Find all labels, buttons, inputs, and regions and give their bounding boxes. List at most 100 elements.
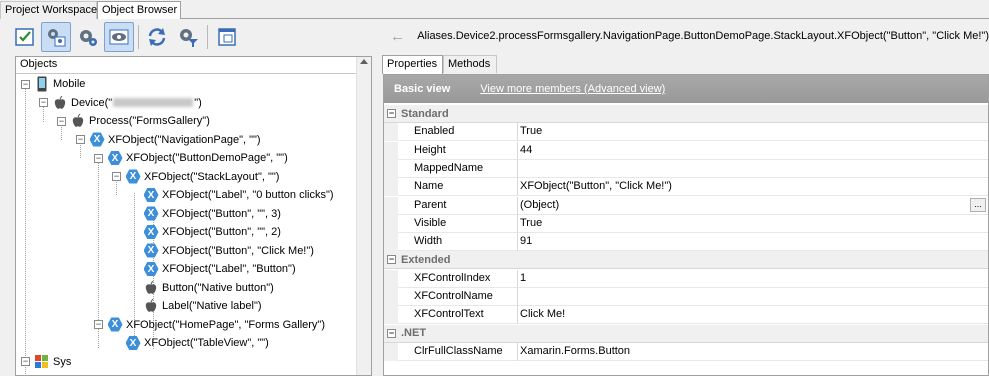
window-icon[interactable] [212,22,242,52]
property-row[interactable]: XFControlText Click Me! [384,306,988,325]
property-row[interactable]: Name XFObject("Button", "Click Me!") [384,178,988,197]
property-name: XFControlName [398,288,518,306]
category-title: .NET [401,327,427,340]
property-value[interactable]: 1 [518,269,988,288]
tree-node[interactable]: Label("Native label") [143,297,262,315]
tree-node[interactable]: − Device(" ") [39,94,202,112]
back-arrow-icon[interactable]: ← [390,28,407,45]
redacted-device-name [113,98,194,108]
category-net[interactable]: − .NET [384,324,988,343]
property-value[interactable]: 44 [518,141,988,160]
toolbar-separator [138,25,139,49]
property-row[interactable]: Parent (Object)... [384,196,988,215]
xf-icon: X [143,187,159,203]
property-value[interactable]: Xamarin.Forms.Button [518,342,988,361]
tree-node-label: Process("FormsGallery") [89,115,210,127]
scroll-up-icon[interactable] [360,59,368,64]
tree-expander[interactable]: − [112,172,121,181]
property-row[interactable]: XFControlName [384,288,988,306]
property-name: XFControlIndex [398,269,518,288]
property-value[interactable]: (Object)... [518,196,988,215]
property-row[interactable]: Height 44 [384,141,988,160]
category-expander[interactable]: − [387,328,396,338]
tab-methods[interactable]: Methods [443,55,497,73]
tree-node[interactable]: X XFObject("TableView", "") [125,334,269,352]
tree-node-label: XFObject("TableView", "") [144,337,269,349]
property-value[interactable]: XFObject("Button", "Click Me!") [518,178,988,197]
eye-icon[interactable] [104,22,134,52]
tree-expander[interactable]: − [76,135,85,144]
tree-node[interactable]: − Process("FormsGallery") [57,112,210,130]
tree-node[interactable]: − X XFObject("StackLayout", "") [112,168,279,186]
category-extended[interactable]: − Extended [384,251,988,270]
tree-node[interactable]: − X XFObject("HomePage", "Forms Gallery") [94,316,325,334]
tree-node-label: XFObject("Label", "Button") [162,263,296,275]
tree-expander[interactable]: − [94,153,103,163]
tree-node-label: XFObject("Button", "", 2) [162,226,281,238]
mobile-icon [34,76,50,92]
tree-node[interactable]: X XFObject("Button", "", 3) [143,205,281,223]
tree-node[interactable]: − X XFObject("ButtonDemoPage", "") [94,149,288,167]
tree-expander[interactable]: − [39,98,48,107]
xf-icon: X [107,317,123,333]
property-value[interactable] [518,288,988,306]
xf-icon: X [143,206,159,222]
tree-expander[interactable]: − [94,320,103,329]
property-value[interactable]: 91 [518,233,988,252]
property-row[interactable]: Visible True [384,214,988,233]
property-name: Name [398,178,518,197]
tree-node-label: Sys [53,355,72,368]
toolbar [0,19,380,56]
property-row[interactable]: ClrFullClassName Xamarin.Forms.Button [384,342,988,361]
category-expander[interactable]: − [387,255,396,265]
tree-node[interactable]: − X XFObject("NavigationPage", "") [76,131,261,149]
tab-properties[interactable]: Properties [382,55,443,74]
property-value[interactable]: True [518,123,988,142]
tree-node-label: Device(" ") [71,96,202,109]
vertical-scrollbar[interactable] [356,57,371,375]
property-row[interactable]: Width 91 [384,233,988,252]
category-standard[interactable]: − Standard [384,105,988,123]
tree-node-label: XFObject("StackLayout", "") [144,170,280,183]
tree-expander[interactable]: − [57,116,66,126]
objects-header: Objects [16,57,371,74]
object-details-panel: ← Aliases.Device2.processFormsgallery.Na… [380,19,989,376]
property-row[interactable]: XFControlIndex 1 [384,269,988,288]
tree-node-label: XFObject("ButtonDemoPage", "") [126,152,288,164]
object-path-bar: ← Aliases.Device2.processFormsgallery.Na… [380,19,989,53]
filter-gear-icon[interactable] [173,22,203,52]
apple-icon [143,298,159,314]
tree-expander[interactable]: − [21,357,30,366]
tree-node[interactable]: Button("Native button") [143,279,274,297]
advanced-view-link[interactable]: View more members (Advanced view) [480,83,665,95]
gear-icon[interactable] [73,22,103,52]
tree-node-label: Button("Native button") [162,281,274,294]
property-name: Parent [398,196,518,215]
tree-node[interactable]: X XFObject("Button", "", 2) [143,223,281,241]
ellipsis-button[interactable]: ... [970,197,986,212]
tree-node[interactable]: X XFObject("Label", "Button") [143,260,296,278]
property-row[interactable]: Enabled True [384,123,988,142]
apple-icon [52,95,68,111]
tab-object-browser[interactable]: Object Browser [97,1,181,20]
property-value[interactable]: True [518,214,988,233]
tree-node[interactable]: − Mobile [21,75,85,93]
tree-node[interactable]: X XFObject("Button", "Click Me!") [143,242,314,260]
category-expander[interactable]: − [387,109,396,118]
property-row[interactable]: MappedName [384,159,988,178]
tree-node[interactable]: X XFObject("Label", "0 button clicks") [143,186,334,204]
property-value[interactable]: Click Me! [518,306,988,325]
refresh-icon[interactable] [142,22,172,52]
property-grid: Basic view View more members (Advanced v… [383,74,989,376]
checklist-icon[interactable] [10,22,40,52]
xf-icon: X [107,150,123,166]
tree-node[interactable]: − Sys [21,353,71,371]
object-spy-icon[interactable] [41,22,71,52]
property-value[interactable] [518,159,988,178]
tab-project-workspace[interactable]: Project Workspace [0,1,97,19]
tree-expander[interactable]: − [21,79,30,89]
tree-node-label: XFObject("Button", "Click Me!") [162,244,314,257]
apple-icon [143,280,159,296]
property-name: MappedName [398,159,518,178]
object-path: Aliases.Device2.processFormsgallery.Navi… [417,30,989,42]
